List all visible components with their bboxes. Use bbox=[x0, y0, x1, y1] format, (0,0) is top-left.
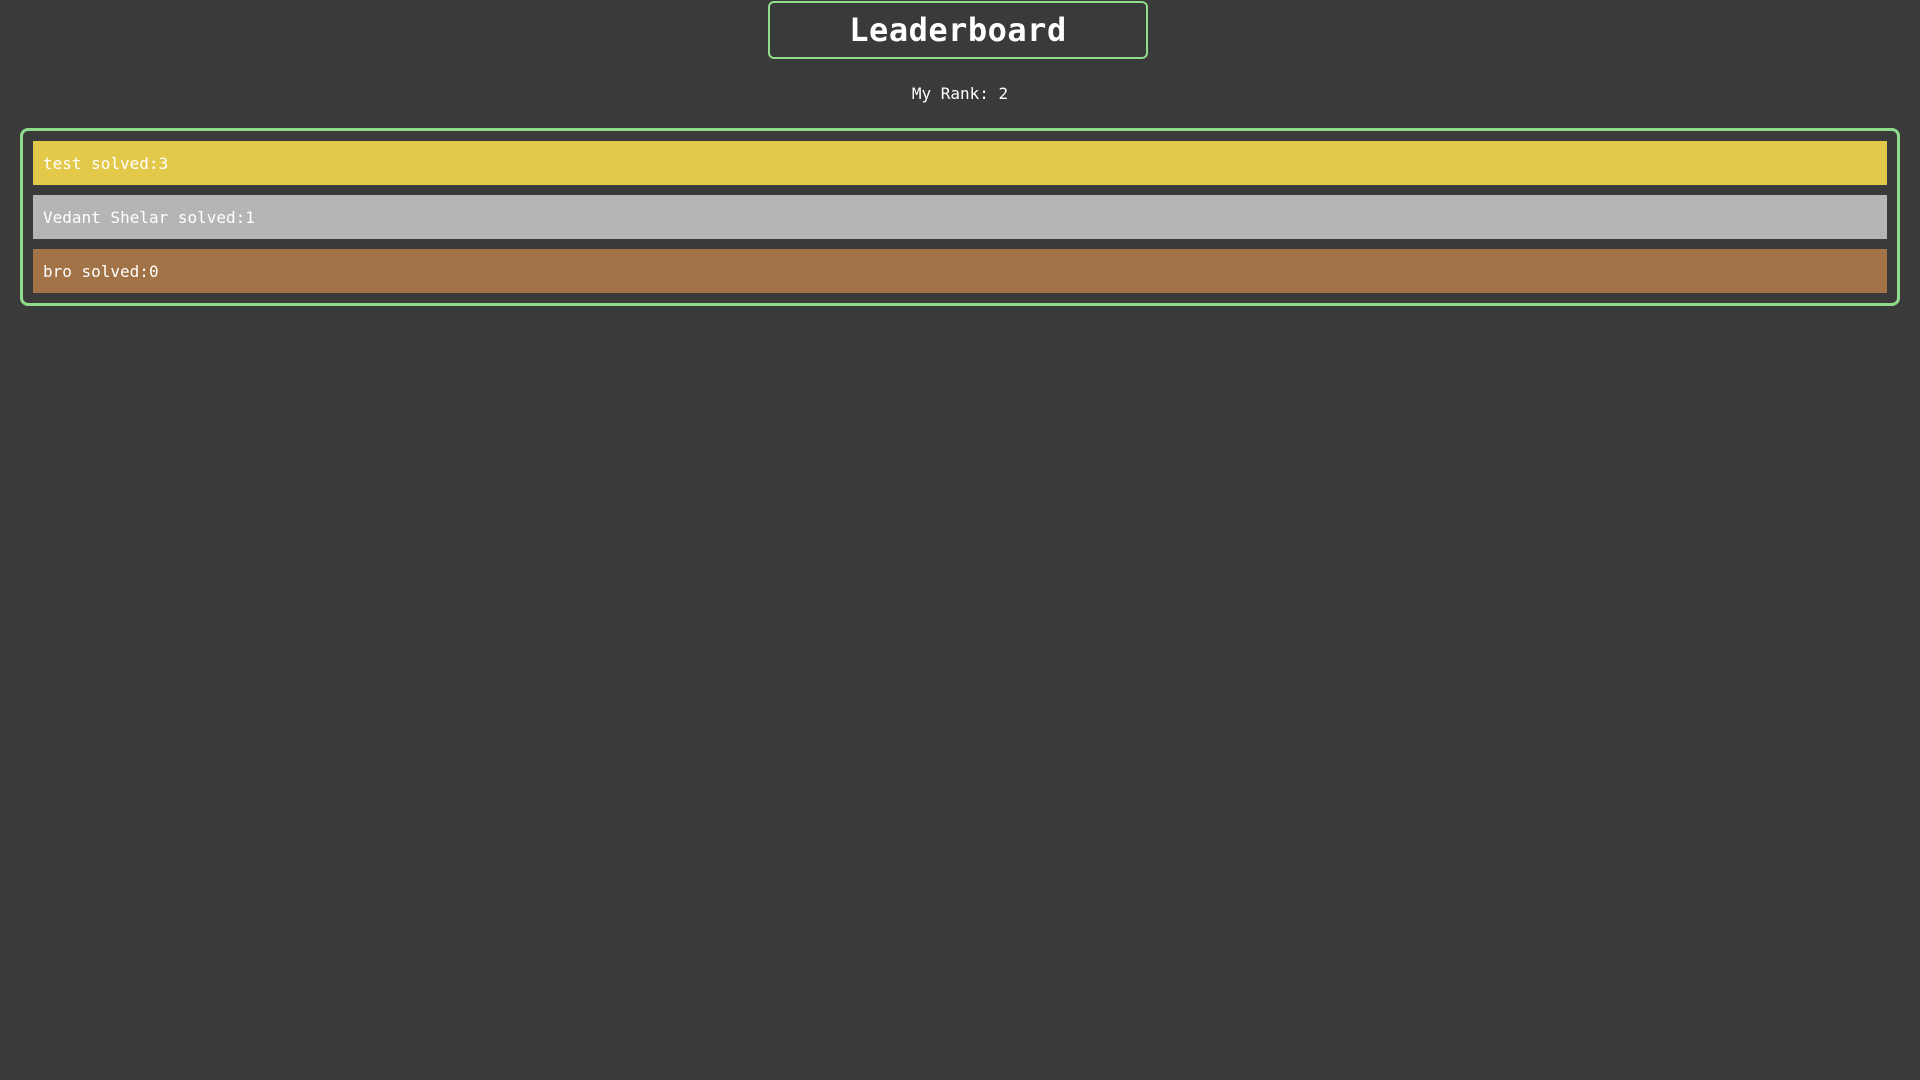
leaderboard-entry-1: test solved: 3 bbox=[33, 141, 1887, 185]
leaderboard-entry-3: bro solved: 0 bbox=[33, 249, 1887, 293]
my-rank: My Rank: 2 bbox=[0, 84, 1920, 103]
entry-solved-count: 1 bbox=[245, 207, 255, 227]
entry-solved-label: solved: bbox=[91, 153, 159, 173]
entry-name: bro bbox=[43, 261, 72, 281]
entry-name: Vedant Shelar bbox=[43, 207, 169, 227]
leaderboard-entry-2: Vedant Shelar solved: 1 bbox=[33, 195, 1887, 239]
page-title-box: Leaderboard bbox=[768, 1, 1148, 59]
my-rank-label: My Rank: bbox=[911, 84, 989, 103]
leaderboard-page: Leaderboard My Rank: 2 test solved: 3 Veda… bbox=[0, 0, 1920, 1080]
entry-solved-label: solved: bbox=[177, 207, 246, 227]
entry-solved-label: solved: bbox=[81, 261, 149, 281]
my-rank-value: 2 bbox=[998, 84, 1009, 103]
entry-solved-count: 0 bbox=[148, 261, 159, 281]
entry-solved-count: 3 bbox=[158, 153, 169, 173]
leaderboard-list: test solved: 3 Vedant Shelar solved: 1 bro so… bbox=[20, 128, 1900, 306]
entry-name: test bbox=[43, 153, 82, 173]
page-title: Leaderboard bbox=[849, 11, 1067, 49]
